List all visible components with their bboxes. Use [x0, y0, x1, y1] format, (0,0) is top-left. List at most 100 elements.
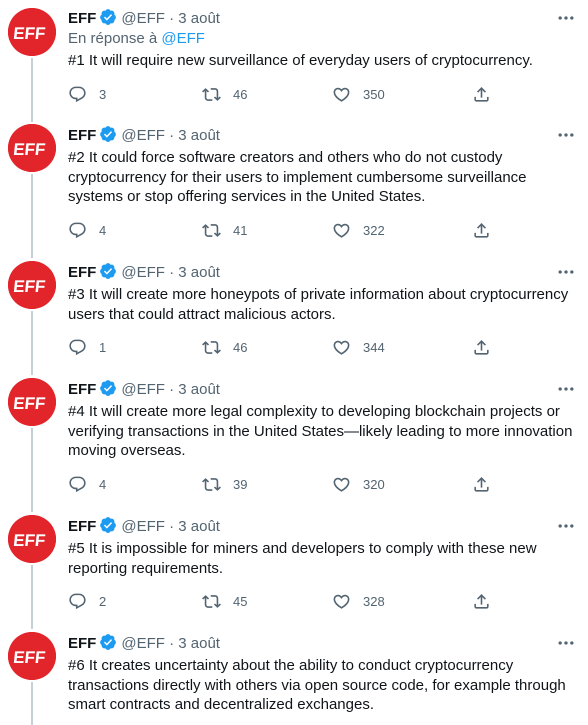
reply-icon: [69, 339, 86, 355]
tweet-date[interactable]: 3 août: [178, 381, 220, 398]
share-icon: [474, 86, 489, 102]
more-options-icon[interactable]: [556, 125, 576, 145]
like-button[interactable]: 328: [332, 591, 385, 611]
retweet-count: 45: [233, 593, 248, 609]
separator-dot: ·: [169, 127, 175, 144]
separator-dot: ·: [169, 264, 175, 281]
reply-count: 4: [99, 222, 107, 238]
eff-logo-text: EFF: [12, 648, 46, 667]
more-options-icon[interactable]: [556, 379, 576, 399]
eff-logo-icon: EFF: [8, 378, 56, 426]
retweet-icon: [202, 594, 221, 608]
more-options-icon[interactable]: [556, 262, 576, 282]
tweet-date[interactable]: 3 août: [178, 635, 220, 652]
retweet-count: 41: [233, 222, 248, 238]
display-name[interactable]: EFF: [68, 635, 96, 652]
thread-connector: [31, 682, 33, 725]
reply-count: 1: [99, 339, 107, 355]
display-name[interactable]: EFF: [68, 10, 96, 27]
like-count: 320: [363, 476, 385, 492]
like-button[interactable]: 322: [332, 220, 385, 240]
eff-logo-icon: EFF: [8, 261, 56, 309]
eff-logo-text: EFF: [12, 140, 46, 159]
like-button[interactable]: 350: [332, 84, 385, 104]
eff-logo-icon: EFF: [8, 515, 56, 563]
thread-connector: [31, 311, 33, 375]
tweet-text: #5 It is impossible for miners and devel…: [68, 540, 537, 577]
reply-icon: [69, 593, 86, 609]
tweet-actions: 2 45 328: [68, 591, 498, 611]
reply-button[interactable]: 3: [68, 84, 106, 104]
share-button[interactable]: [472, 84, 491, 104]
retweet-button[interactable]: 45: [202, 591, 247, 611]
tweet-header: EFF @EFF · 3 août: [68, 8, 568, 28]
tweet-date[interactable]: 3 août: [178, 127, 220, 144]
share-button[interactable]: [472, 591, 491, 611]
avatar[interactable]: EFF: [8, 378, 56, 426]
share-button[interactable]: [472, 337, 491, 357]
eff-logo-text: EFF: [12, 24, 46, 43]
more-options-icon[interactable]: [556, 516, 576, 536]
eff-logo-icon: EFF: [8, 632, 56, 680]
share-button[interactable]: [472, 474, 491, 494]
like-button[interactable]: 344: [332, 337, 385, 357]
reply-button[interactable]: 4: [68, 474, 106, 494]
display-name[interactable]: EFF: [68, 127, 96, 144]
like-count: 344: [363, 339, 385, 355]
tweet-date[interactable]: 3 août: [178, 10, 220, 27]
reply-button[interactable]: 4: [68, 220, 106, 240]
reply-count: 3: [99, 86, 107, 102]
more-options-icon[interactable]: [556, 8, 576, 28]
handle[interactable]: @EFF: [121, 635, 165, 652]
tweet-date[interactable]: 3 août: [178, 518, 220, 535]
tweet-header: EFF @EFF · 3 août: [68, 633, 568, 653]
reply-icon: [69, 86, 86, 102]
display-name[interactable]: EFF: [68, 518, 96, 535]
tweet-text: #2 It could force software creators and …: [68, 149, 527, 205]
like-button[interactable]: 320: [332, 474, 385, 494]
tweet-date[interactable]: 3 août: [178, 264, 220, 281]
avatar[interactable]: EFF: [8, 515, 56, 563]
retweet-icon: [202, 223, 221, 237]
reply-context: En réponse à @EFF: [68, 29, 205, 49]
tweet-text: #1 It will require new surveillance of e…: [68, 52, 533, 69]
avatar[interactable]: EFF: [8, 124, 56, 172]
reply-count: 4: [99, 476, 107, 492]
reply-button[interactable]: 1: [68, 337, 106, 357]
display-name[interactable]: EFF: [68, 264, 96, 281]
retweet-button[interactable]: 46: [202, 84, 247, 104]
reply-handle-link[interactable]: @EFF: [161, 30, 205, 47]
tweet-text: #3 It will create more honeypots of priv…: [68, 286, 569, 323]
reply-count: 2: [99, 593, 107, 609]
eff-logo-icon: EFF: [8, 124, 56, 172]
thread-connector: [31, 428, 33, 512]
verified-badge-icon: [100, 517, 117, 533]
retweet-button[interactable]: 46: [202, 337, 247, 357]
verified-badge-icon: [100, 126, 117, 142]
avatar[interactable]: EFF: [8, 261, 56, 309]
handle[interactable]: @EFF: [121, 127, 165, 144]
avatar[interactable]: EFF: [8, 632, 56, 680]
reply-button[interactable]: 2: [68, 591, 106, 611]
separator-dot: ·: [169, 10, 175, 27]
handle[interactable]: @EFF: [121, 10, 165, 27]
heart-icon: [333, 87, 350, 102]
share-button[interactable]: [472, 220, 491, 240]
display-name[interactable]: EFF: [68, 381, 96, 398]
separator-dot: ·: [169, 381, 175, 398]
retweet-button[interactable]: 41: [202, 220, 247, 240]
handle[interactable]: @EFF: [121, 518, 165, 535]
tweet-actions: 1 46 344: [68, 337, 498, 357]
retweet-icon: [202, 87, 221, 101]
tweet-actions: 4 39 320: [68, 474, 498, 494]
handle[interactable]: @EFF: [121, 264, 165, 281]
more-options-icon[interactable]: [556, 633, 576, 653]
handle[interactable]: @EFF: [121, 381, 165, 398]
share-icon: [474, 476, 489, 492]
retweet-button[interactable]: 39: [202, 474, 247, 494]
tweet-text: #4 It will create more legal complexity …: [68, 403, 573, 459]
reply-icon: [69, 476, 86, 492]
separator-dot: ·: [169, 518, 175, 535]
avatar[interactable]: EFF: [8, 8, 56, 56]
eff-logo-text: EFF: [12, 531, 46, 550]
